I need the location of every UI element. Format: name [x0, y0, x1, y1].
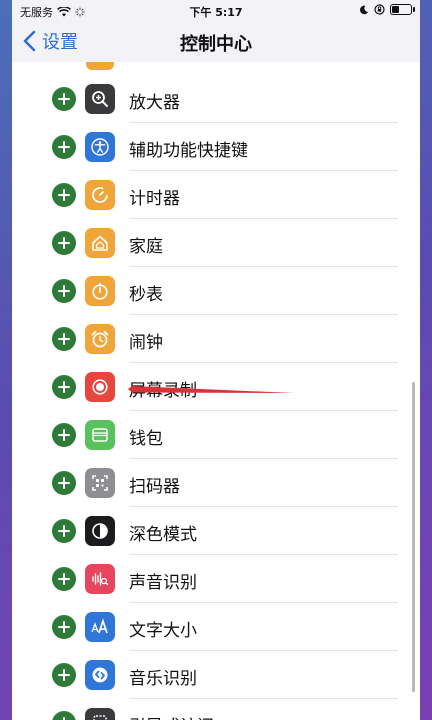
list-item-code-scanner: 扫码器 — [12, 459, 420, 507]
list-item-sound-recognition: 声音识别 — [12, 555, 420, 603]
add-button[interactable] — [52, 327, 76, 351]
navigation-bar: 设置 控制中心 — [12, 22, 420, 62]
list-item-dark-mode: 深色模式 — [12, 507, 420, 555]
wallet-icon — [85, 420, 115, 450]
list-item-wallet: 钱包 — [12, 411, 420, 459]
guided-access-icon — [85, 708, 115, 720]
list-item-timer: 计时器 — [12, 171, 420, 219]
add-button[interactable] — [52, 279, 76, 303]
item-label: 屏幕录制 — [129, 381, 197, 401]
home-icon — [85, 228, 115, 258]
list-item-magnifier: 放大器 — [12, 75, 420, 123]
list-item-music-recognition: 音乐识别 — [12, 651, 420, 699]
item-label: 引导式访问 — [129, 712, 214, 720]
item-label: 家庭 — [129, 237, 163, 257]
qr-scanner-icon — [85, 468, 115, 498]
add-button[interactable] — [52, 567, 76, 591]
add-button[interactable] — [52, 423, 76, 447]
list-item-guided-access: 引导式访问 — [12, 699, 420, 720]
item-label: 辅助功能快捷键 — [129, 141, 248, 161]
add-button[interactable] — [52, 519, 76, 543]
list-item-accessibility-shortcut: 辅助功能快捷键 — [12, 123, 420, 171]
alarm-icon — [85, 324, 115, 354]
status-bar: 无服务 下午 5:17 — [12, 0, 420, 22]
item-label: 声音识别 — [129, 573, 197, 593]
item-label: 秒表 — [129, 285, 163, 305]
status-right — [359, 4, 415, 15]
list-item-alarm: 闹钟 — [12, 315, 420, 363]
stopwatch-icon — [85, 276, 115, 306]
text-size-icon — [85, 612, 115, 642]
list-item-stopwatch: 秒表 — [12, 267, 420, 315]
add-button[interactable] — [52, 375, 76, 399]
list-item-home: 家庭 — [12, 219, 420, 267]
item-label: 文字大小 — [129, 621, 197, 641]
add-button[interactable] — [52, 663, 76, 687]
add-button[interactable] — [52, 231, 76, 255]
item-label: 扫码器 — [129, 477, 180, 497]
moon-icon — [360, 5, 369, 14]
add-button[interactable] — [52, 135, 76, 159]
sound-recognition-icon — [85, 564, 115, 594]
battery-icon — [390, 4, 415, 15]
timer-icon — [85, 180, 115, 210]
item-label: 放大器 — [129, 93, 180, 113]
list-item-screen-recording: 屏幕录制 — [12, 363, 420, 411]
add-button[interactable] — [52, 711, 76, 720]
item-label: 深色模式 — [129, 525, 197, 545]
add-button[interactable] — [52, 87, 76, 111]
add-button[interactable] — [52, 615, 76, 639]
item-label: 钱包 — [129, 429, 163, 449]
scrollbar[interactable] — [412, 382, 415, 692]
item-label: 音乐识别 — [129, 669, 197, 689]
list-item-text-size: 文字大小 — [12, 603, 420, 651]
add-button[interactable] — [52, 183, 76, 207]
screen-record-icon — [85, 372, 115, 402]
item-label: 计时器 — [129, 189, 180, 209]
settings-sheet: 无服务 下午 5:17 设置 控制中心 放大器 辅助功能快捷键 计时器 家庭 秒… — [12, 0, 420, 720]
accessibility-icon — [85, 132, 115, 162]
add-button[interactable] — [52, 471, 76, 495]
more-controls-list: 放大器 辅助功能快捷键 计时器 家庭 秒表 闹钟 屏幕录制 钱包 扫码器 深色模… — [12, 62, 420, 720]
partial-control-icon — [86, 62, 114, 70]
item-label: 闹钟 — [129, 333, 163, 353]
page-title: 控制中心 — [180, 34, 252, 55]
magnifier-icon — [85, 84, 115, 114]
orientation-lock-icon — [374, 4, 385, 15]
shazam-icon — [85, 660, 115, 690]
dark-mode-icon — [85, 516, 115, 546]
